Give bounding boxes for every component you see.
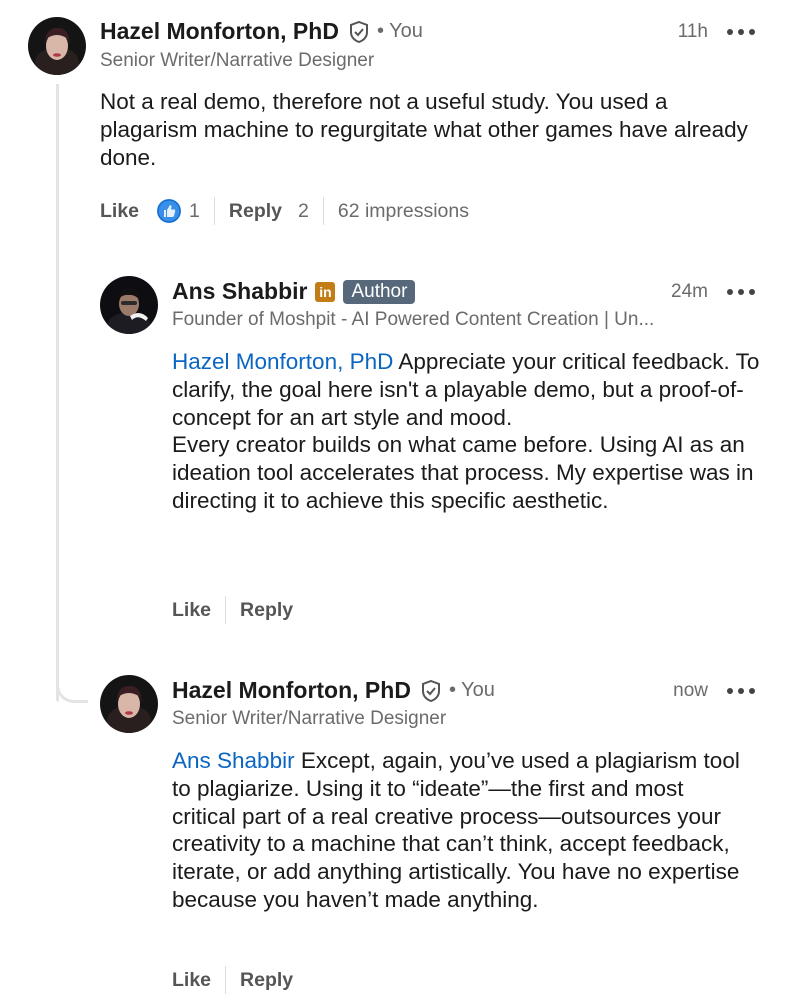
comment-body: Hazel Monforton, PhD Appreciate your cri… — [172, 348, 762, 515]
commenter-name-text[interactable]: Ans Shabbir — [172, 278, 307, 305]
more-options-icon[interactable] — [727, 287, 755, 297]
comment-actions: Like 1 Reply 2 62 impressions — [100, 197, 469, 225]
commenter-headline: Senior Writer/Narrative Designer — [100, 50, 375, 71]
author-badge: Author — [343, 279, 416, 304]
mention-link[interactable]: Ans Shabbir — [172, 748, 295, 773]
more-options-icon[interactable] — [727, 686, 755, 696]
mention-link[interactable]: Hazel Monforton, PhD — [172, 349, 393, 374]
you-label: • You — [376, 20, 423, 42]
commenter-headline: Senior Writer/Narrative Designer — [172, 708, 447, 729]
commenter-name[interactable]: Hazel Monforton, PhD • You — [172, 677, 495, 704]
reply-button[interactable]: Reply — [240, 599, 293, 622]
comment-actions: Like Reply — [172, 596, 293, 624]
divider — [225, 966, 227, 994]
avatar[interactable] — [100, 675, 158, 733]
thread-connector-line — [56, 84, 59, 702]
divider — [213, 197, 215, 225]
verified-shield-icon — [349, 20, 368, 43]
like-count: 1 — [189, 199, 200, 222]
verified-shield-icon — [421, 679, 440, 702]
avatar[interactable] — [28, 17, 86, 75]
thread-connector-curve — [56, 650, 88, 703]
like-button[interactable]: Like — [100, 200, 139, 223]
commenter-name-text[interactable]: Hazel Monforton, PhD — [172, 677, 411, 704]
impressions-count[interactable]: 62 impressions — [338, 200, 469, 223]
linkedin-premium-icon: in — [315, 281, 336, 302]
like-button[interactable]: Like — [172, 599, 211, 622]
more-options-icon[interactable] — [727, 27, 755, 37]
comment-body: Not a real demo, therefore not a useful … — [100, 89, 748, 170]
reply-button[interactable]: Reply — [229, 200, 282, 223]
comment-timestamp: 11h — [677, 21, 708, 42]
comment-timestamp: now — [673, 680, 708, 701]
comment-actions: Like Reply — [172, 966, 293, 994]
commenter-name[interactable]: Ans Shabbir in Author — [172, 278, 416, 305]
comment-timestamp: 24m — [671, 281, 708, 302]
avatar[interactable] — [100, 276, 158, 334]
commenter-name-text[interactable]: Hazel Monforton, PhD — [100, 18, 339, 45]
reply-count: 2 — [298, 199, 309, 222]
you-label: • You — [448, 679, 495, 701]
like-button[interactable]: Like — [172, 969, 211, 992]
comment-body: Ans Shabbir Except, again, you’ve used a… — [172, 747, 752, 914]
like-reaction-icon[interactable] — [157, 199, 182, 223]
commenter-headline: Founder of Moshpit - AI Powered Content … — [172, 309, 655, 330]
divider — [225, 596, 227, 624]
comment-body-text: Every creator builds on what came before… — [172, 432, 754, 513]
commenter-name[interactable]: Hazel Monforton, PhD • You — [100, 18, 423, 45]
reply-button[interactable]: Reply — [240, 969, 293, 992]
divider — [322, 197, 324, 225]
